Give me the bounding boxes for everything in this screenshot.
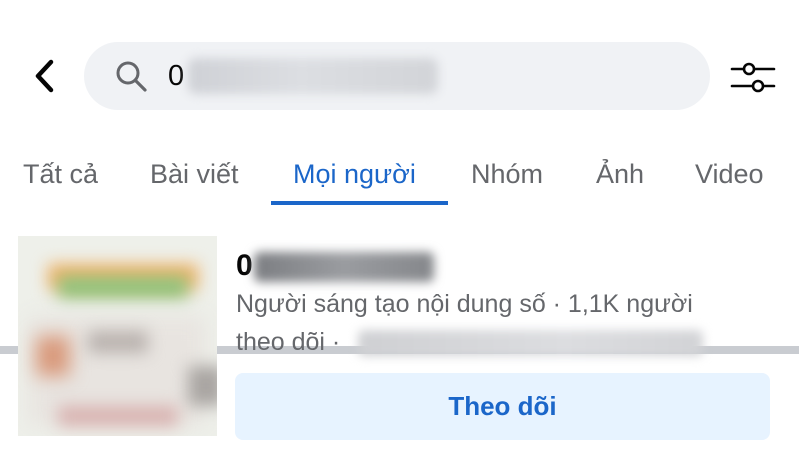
tab-all[interactable]: Tất cả: [23, 148, 98, 200]
search-input[interactable]: 0: [84, 42, 710, 110]
sliders-icon: [730, 62, 776, 93]
profile-subtitle: Người sáng tạo nội dung số · 1,1K người: [236, 290, 693, 318]
profile-picture[interactable]: [18, 236, 217, 436]
tab-people[interactable]: Mọi người: [293, 148, 416, 200]
profile-subtitle-continued: theo dõi ·: [236, 328, 341, 356]
search-query-text: 0: [168, 60, 185, 92]
filter-button[interactable]: [728, 54, 778, 100]
tab-photos[interactable]: Ảnh: [596, 148, 644, 200]
redacted-meta-blur: [358, 330, 703, 356]
tab-groups[interactable]: Nhóm: [471, 148, 543, 200]
tab-videos[interactable]: Video: [695, 148, 764, 200]
search-icon: [116, 61, 147, 92]
search-filter-tabs: Tất cả Bài viết Mọi người Nhóm Ảnh Video: [0, 140, 799, 354]
list-item[interactable]: 0 Người sáng tạo nội dung số · 1,1K ngườ…: [0, 214, 799, 469]
back-button[interactable]: [22, 52, 66, 100]
follow-button[interactable]: Theo dõi: [235, 373, 770, 440]
follow-button-label: Theo dõi: [448, 391, 557, 421]
tab-posts[interactable]: Bài viết: [150, 148, 239, 200]
search-header: 0: [0, 0, 799, 140]
redacted-query-blur: [188, 58, 438, 94]
redacted-name-blur: [254, 252, 434, 282]
chevron-left-icon: [35, 59, 54, 93]
active-tab-indicator: [271, 201, 448, 205]
profile-name[interactable]: 0: [236, 246, 253, 286]
